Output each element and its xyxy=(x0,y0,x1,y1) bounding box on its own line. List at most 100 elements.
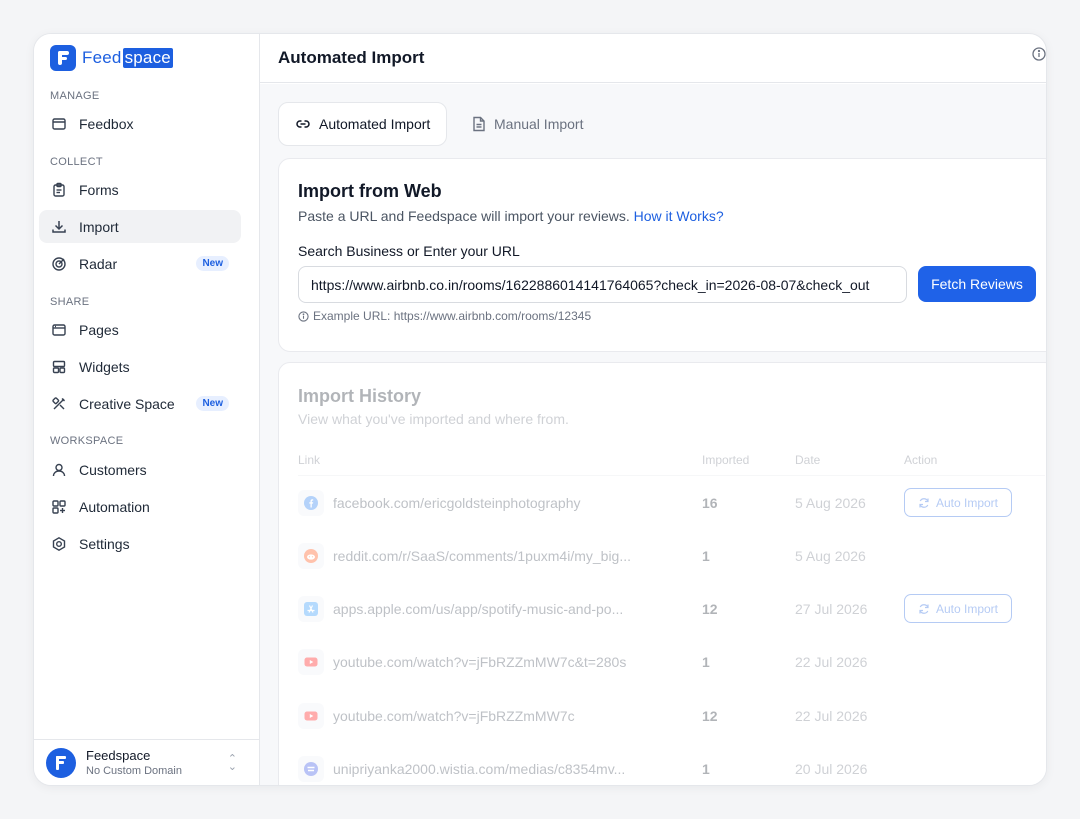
card-title: Import from Web xyxy=(298,181,442,201)
browser-icon xyxy=(50,321,68,339)
info-icon[interactable] xyxy=(1032,47,1046,66)
download-icon xyxy=(50,218,68,236)
url-field-label: Search Business or Enter your URL xyxy=(298,243,520,259)
link-icon xyxy=(295,116,311,132)
row-link[interactable]: facebook.com/ericgoldsteinphotography xyxy=(333,495,581,511)
section-label-manage: MANAGE xyxy=(50,90,100,102)
sidebar-item-label: Pages xyxy=(79,321,119,338)
radar-icon xyxy=(50,255,68,273)
table-row[interactable]: youtube.com/watch?v=jFbRZZmMW7c&t=280s 1… xyxy=(279,636,1046,689)
row-imported: 1 xyxy=(702,761,710,777)
tab-manual-import[interactable]: Manual Import xyxy=(456,102,599,146)
row-link[interactable]: apps.apple.com/us/app/spotify-music-and-… xyxy=(333,601,623,617)
import-history-card: Import History View what you've imported… xyxy=(278,362,1046,785)
document-icon xyxy=(472,116,486,132)
example-url-text: Example URL: https://www.airbnb.com/room… xyxy=(313,309,592,323)
column-header-imported: Imported xyxy=(702,453,750,467)
table-row[interactable]: unipriyanka2000.wistia.com/medias/c8354m… xyxy=(279,743,1046,785)
auto-import-label: Auto Import xyxy=(935,495,999,510)
table-row[interactable]: youtube.com/watch?v=jFbRZZmMW7c 12 22 Ju… xyxy=(279,690,1046,743)
sidebar-item-import[interactable]: Import xyxy=(39,210,241,243)
section-label-share: SHARE xyxy=(50,296,90,308)
sidebar-item-label: Settings xyxy=(79,535,130,552)
sidebar-item-label: Automation xyxy=(79,498,150,515)
new-badge: New xyxy=(196,396,229,411)
sidebar-item-label: Customers xyxy=(79,461,147,478)
row-date: 20 Jul 2026 xyxy=(795,761,868,777)
sidebar-item-creative-space[interactable]: Creative Space New xyxy=(39,387,241,420)
column-header-link: Link xyxy=(298,453,321,467)
sidebar: Feed space MANAGE Feedbox COLLECT Forms I… xyxy=(34,34,260,785)
info-icon xyxy=(298,310,309,322)
sidebar-item-radar[interactable]: Radar New xyxy=(39,247,241,280)
row-date: 22 Jul 2026 xyxy=(795,708,868,724)
row-imported: 12 xyxy=(702,708,718,724)
row-imported: 12 xyxy=(702,601,718,617)
sidebar-item-customers[interactable]: Customers xyxy=(39,453,241,486)
workspace-name: Feedspace xyxy=(86,748,151,763)
row-link[interactable]: reddit.com/r/SaaS/comments/1puxm4i/my_bi… xyxy=(333,548,631,564)
refresh-icon xyxy=(918,603,930,615)
sidebar-item-label: Forms xyxy=(79,181,119,198)
card-subtitle-text: Paste a URL and Feedspace will import yo… xyxy=(298,208,630,224)
gear-icon xyxy=(50,535,68,553)
sidebar-item-pages[interactable]: Pages xyxy=(39,313,241,346)
section-label-workspace: WORKSPACE xyxy=(50,435,124,447)
column-header-date: Date xyxy=(795,453,821,467)
new-badge: New xyxy=(196,256,229,271)
sidebar-item-settings[interactable]: Settings xyxy=(39,527,241,560)
sidebar-item-widgets[interactable]: Widgets xyxy=(39,350,241,383)
main-panel: Automated Import Automated Import Manual… xyxy=(260,34,1046,785)
row-link[interactable]: youtube.com/watch?v=jFbRZZmMW7c xyxy=(333,708,575,724)
app-store-icon xyxy=(298,596,324,622)
row-link[interactable]: youtube.com/watch?v=jFbRZZmMW7c&t=280s xyxy=(333,654,626,670)
header-divider xyxy=(298,475,1045,476)
row-date: 5 Aug 2026 xyxy=(795,495,866,511)
wistia-icon xyxy=(298,756,324,782)
row-imported: 1 xyxy=(702,654,710,670)
table-row[interactable]: facebook.com/ericgoldsteinphotography 16… xyxy=(279,477,1046,530)
sidebar-item-feedbox[interactable]: Feedbox xyxy=(39,107,241,140)
refresh-icon xyxy=(918,497,930,509)
chevron-up-down-icon: ⌃ ⌄ xyxy=(227,753,237,773)
feedspace-logo-icon xyxy=(50,45,76,71)
history-subtitle: View what you've imported and where from… xyxy=(298,411,569,427)
column-header-action: Action xyxy=(904,453,938,467)
url-input[interactable] xyxy=(298,266,907,303)
sidebar-item-label: Widgets xyxy=(79,358,130,375)
tab-automated-import[interactable]: Automated Import xyxy=(278,102,448,146)
automation-icon xyxy=(50,498,68,516)
table-row[interactable]: apps.apple.com/us/app/spotify-music-and-… xyxy=(279,583,1046,636)
auto-import-button[interactable]: Auto Import xyxy=(904,488,1012,517)
top-bar: Automated Import xyxy=(260,34,1046,83)
how-it-works-link[interactable]: How it Works? xyxy=(634,208,724,224)
content-area: Automated Import Manual Import Import fr… xyxy=(260,84,1046,785)
brand-logo[interactable]: Feed space xyxy=(50,45,173,71)
fetch-reviews-button[interactable]: Fetch Reviews xyxy=(918,266,1036,302)
youtube-icon xyxy=(298,649,324,675)
section-label-collect: COLLECT xyxy=(50,156,103,168)
sidebar-item-label: Creative Space xyxy=(79,395,175,412)
sidebar-item-forms[interactable]: Forms xyxy=(39,173,241,206)
table-row[interactable]: reddit.com/r/SaaS/comments/1puxm4i/my_bi… xyxy=(279,530,1046,583)
workspace-avatar xyxy=(46,747,76,778)
design-tools-icon xyxy=(50,395,68,413)
row-date: 27 Jul 2026 xyxy=(795,601,868,617)
sidebar-item-label: Radar xyxy=(79,255,118,272)
user-icon xyxy=(50,461,68,479)
brand-name: Feed space xyxy=(82,48,173,68)
import-from-web-card: Import from Web Paste a URL and Feedspac… xyxy=(278,158,1046,352)
auto-import-button[interactable]: Auto Import xyxy=(904,594,1012,623)
tab-label: Automated Import xyxy=(319,116,431,132)
tab-label: Manual Import xyxy=(494,116,584,132)
history-title: Import History xyxy=(298,386,422,406)
row-link[interactable]: unipriyanka2000.wistia.com/medias/c8354m… xyxy=(333,761,625,777)
auto-import-label: Auto Import xyxy=(935,601,999,616)
workspace-switcher[interactable]: Feedspace No Custom Domain ⌃ ⌄ xyxy=(34,739,259,785)
row-date: 5 Aug 2026 xyxy=(795,548,866,564)
reddit-icon xyxy=(298,543,324,569)
sidebar-item-automation[interactable]: Automation xyxy=(39,490,241,523)
app-window: Feed space MANAGE Feedbox COLLECT Forms I… xyxy=(33,33,1047,786)
row-imported: 1 xyxy=(702,548,710,564)
inbox-icon xyxy=(50,115,68,133)
